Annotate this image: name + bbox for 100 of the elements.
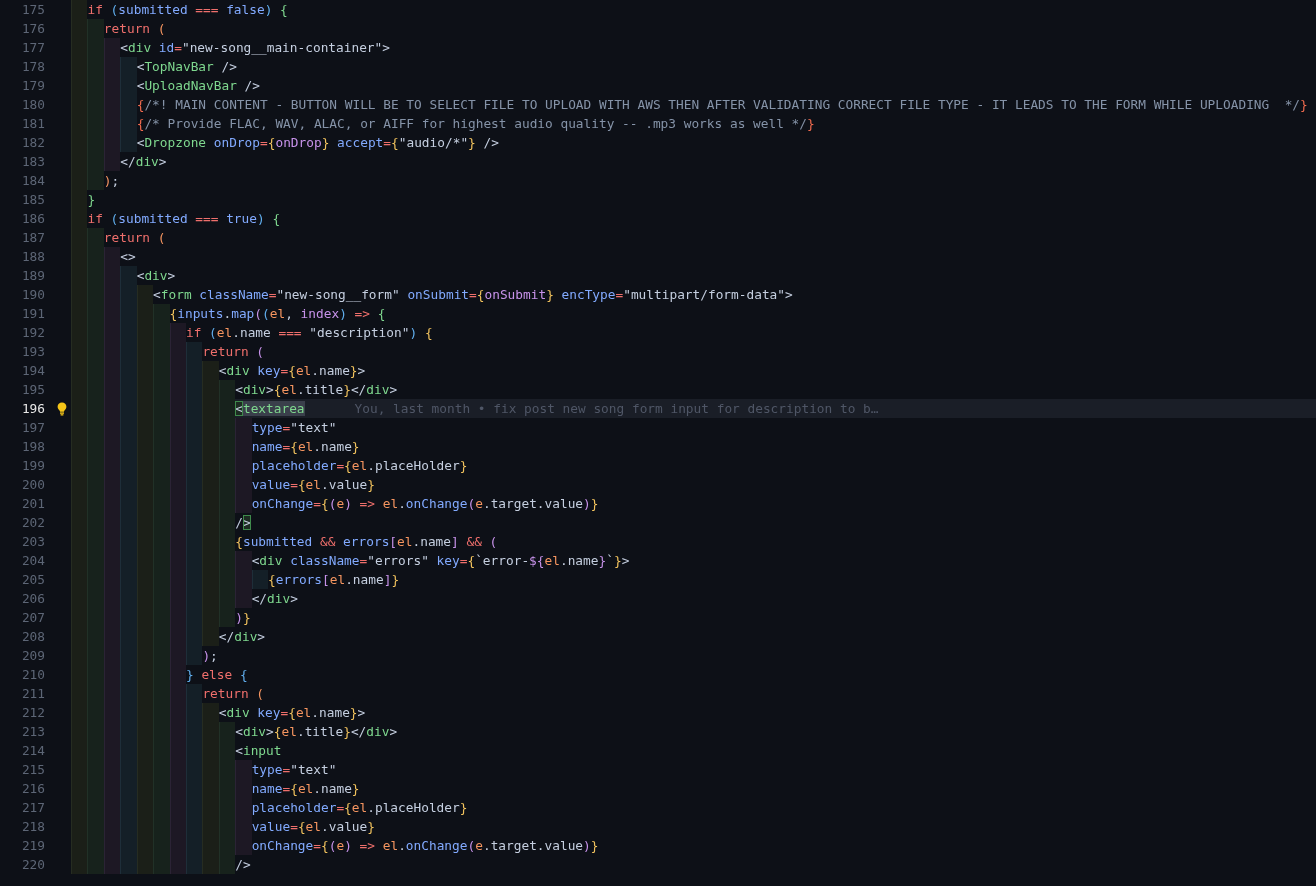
code-line: type="text"	[251, 419, 337, 437]
code-line: {errors[el.name]}	[268, 571, 400, 589]
code-line: <input	[235, 742, 282, 760]
code-line: }	[87, 191, 96, 209]
line-number: 220	[20, 856, 45, 874]
code-line: />	[235, 514, 251, 532]
line-number: 217	[20, 799, 45, 817]
indent-guide	[153, 855, 170, 874]
line-number: 183	[20, 153, 45, 171]
code-line: <Dropzone onDrop={onDrop} accept={"audio/*"} />	[136, 134, 499, 152]
line-number: 213	[20, 723, 45, 741]
line-number: 190	[20, 286, 45, 304]
code-line: value={el.value}	[251, 818, 375, 836]
indent-guide	[235, 551, 252, 570]
code-line: return (	[103, 20, 166, 38]
indent-guide	[120, 133, 137, 152]
code-line: return (	[202, 685, 265, 703]
line-number: 207	[20, 609, 45, 627]
code-line: </div>	[120, 153, 167, 171]
indent-guide	[71, 0, 88, 19]
code-line: name={el.name}	[251, 780, 360, 798]
line-number: 188	[20, 248, 45, 266]
code-line: <div>{el.title}</div>	[235, 381, 398, 399]
indent-guide	[235, 836, 252, 855]
code-line: <form className="new-song__form" onSubmit={onSubmit} encType="multipart/form-data">	[153, 286, 793, 304]
code-line: value={el.value}	[251, 476, 375, 494]
code-line: onChange={(e) => el.onChange(e.target.value)}	[251, 495, 599, 513]
code-line: onChange={(e) => el.onChange(e.target.value)}	[251, 837, 599, 855]
line-number: 182	[20, 134, 45, 152]
line-number: 199	[20, 457, 45, 475]
line-number: 198	[20, 438, 45, 456]
code-line: <div id="new-song__main-container">	[120, 39, 390, 57]
indent-guide	[202, 703, 219, 722]
code-line: <div key={el.name}>	[218, 704, 366, 722]
code-line: return (	[103, 229, 166, 247]
line-number: 186	[20, 210, 45, 228]
code-line: {inputs.map((el, index) => {	[169, 305, 386, 323]
line-number: 177	[20, 39, 45, 57]
indent-guide	[120, 57, 137, 76]
code-line: return (	[202, 343, 265, 361]
line-number: 194	[20, 362, 45, 380]
code-line: <textarea	[235, 400, 305, 418]
indent-guide	[235, 494, 252, 513]
line-number: 209	[20, 647, 45, 665]
line-number: 178	[20, 58, 45, 76]
indent-guide	[235, 589, 252, 608]
code-line: );	[103, 172, 120, 190]
line-number: 175	[20, 1, 45, 19]
code-line: } else {	[185, 666, 248, 684]
code-line: );	[202, 647, 218, 665]
line-number: 187	[20, 229, 45, 247]
code-line: <div>{el.title}</div>	[235, 723, 398, 741]
code-line: {submitted && errors[el.name] && (	[235, 533, 498, 551]
line-number: 210	[20, 666, 45, 684]
indent-guide	[87, 855, 104, 874]
line-number: 208	[20, 628, 45, 646]
line-number: 201	[20, 495, 45, 513]
line-number: 216	[20, 780, 45, 798]
indent-guide	[202, 855, 219, 874]
code-line: placeholder={el.placeHolder}	[251, 457, 468, 475]
code-line: if (el.name === "description") {	[185, 324, 433, 342]
line-number: 191	[20, 305, 45, 323]
line-number: 195	[20, 381, 45, 399]
line-number: 211	[20, 685, 45, 703]
indent-guide	[120, 855, 137, 874]
line-number: 212	[20, 704, 45, 722]
line-number: 193	[20, 343, 45, 361]
indent-guide	[87, 171, 104, 190]
code-line: {/*! MAIN CONTENT - BUTTON WILL BE TO SELECT FILE TO UPLOAD WITH AWS THEN AFTER VALIDATING CORRECT FILE TYPE - IT LEADS TO THE FORM WHILE UPLOADING */}	[136, 96, 1308, 114]
code-line: <div className="errors" key={`error-${el.name}`}>	[251, 552, 630, 570]
line-number: 180	[20, 96, 45, 114]
indent-guide	[235, 760, 252, 779]
indent-guide	[71, 855, 88, 874]
indent-guide	[202, 627, 219, 646]
line-number: 189	[20, 267, 45, 285]
line-number: 192	[20, 324, 45, 342]
code-line: name={el.name}	[251, 438, 360, 456]
line-number: 185	[20, 191, 45, 209]
line-number: 203	[20, 533, 45, 551]
line-number: 215	[20, 761, 45, 779]
code-line: <>	[120, 248, 136, 266]
code-line: type="text"	[251, 761, 337, 779]
code-line: placeholder={el.placeHolder}	[251, 799, 468, 817]
line-number: 205	[20, 571, 45, 589]
line-number: 202	[20, 514, 45, 532]
indent-guide	[153, 304, 170, 323]
line-number: 179	[20, 77, 45, 95]
line-number: 214	[20, 742, 45, 760]
code-line: />	[235, 856, 251, 874]
lightbulb-icon[interactable]	[57, 401, 67, 416]
code-line: </div>	[218, 628, 266, 646]
line-number: 204	[20, 552, 45, 570]
line-number: 197	[20, 419, 45, 437]
code-line: <UploadNavBar />	[136, 77, 260, 95]
line-number: 176	[20, 20, 45, 38]
indent-guide	[120, 266, 137, 285]
line-number: 218	[20, 818, 45, 836]
line-number: 184	[20, 172, 45, 190]
code-line: {/* Provide FLAC, WAV, ALAC, or AIFF for highest audio quality -- .mp3 works as well */}	[136, 115, 815, 133]
code-line: <div>	[136, 267, 176, 285]
